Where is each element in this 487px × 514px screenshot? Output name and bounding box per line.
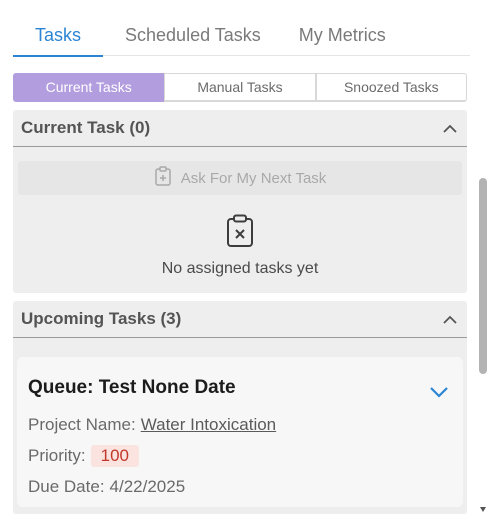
top-tab-bar: Tasks Scheduled Tasks My Metrics <box>13 14 470 57</box>
tab-scheduled-tasks[interactable]: Scheduled Tasks <box>103 14 277 56</box>
task-project: Project Name: Water Intoxication <box>28 414 463 436</box>
priority-badge: 100 <box>90 445 139 467</box>
subtab-manual-tasks[interactable]: Manual Tasks <box>164 73 316 102</box>
chevron-down-icon[interactable] <box>429 385 449 399</box>
clipboard-plus-icon <box>154 166 172 190</box>
scrollbar-thumb[interactable] <box>479 178 487 374</box>
task-priority: Priority: 100 <box>28 445 463 467</box>
tab-my-metrics[interactable]: My Metrics <box>277 14 402 56</box>
project-label: Project Name: <box>28 415 136 434</box>
current-task-title: Current Task (0) <box>21 118 151 137</box>
sub-tab-bar: Current Tasks Manual Tasks Snoozed Tasks <box>13 73 467 102</box>
upcoming-tasks-title: Upcoming Tasks (3) <box>21 309 182 328</box>
upcoming-tasks-section: Upcoming Tasks (3) Queue: Test None Date… <box>13 301 467 514</box>
project-link[interactable]: Water Intoxication <box>141 415 276 435</box>
task-due-date: Due Date: 4/22/2025 <box>28 476 463 498</box>
due-date-value: 4/22/2025 <box>109 477 186 496</box>
empty-state-text: No assigned tasks yet <box>161 260 319 277</box>
chevron-up-icon[interactable] <box>442 120 458 136</box>
tab-tasks[interactable]: Tasks <box>13 14 104 57</box>
chevron-up-icon[interactable] <box>442 311 458 327</box>
scrollbar[interactable] <box>479 0 487 514</box>
due-date-label: Due Date: <box>28 477 105 496</box>
task-card[interactable]: Queue: Test None Date Project Name: Wate… <box>17 357 463 507</box>
current-task-header[interactable]: Current Task (0) <box>13 110 467 147</box>
subtab-current-tasks[interactable]: Current Tasks <box>13 73 165 102</box>
upcoming-tasks-header[interactable]: Upcoming Tasks (3) <box>13 301 467 338</box>
ask-next-task-label: Ask For My Next Task <box>180 169 327 187</box>
clipboard-x-icon <box>226 214 254 248</box>
subtab-snoozed-tasks[interactable]: Snoozed Tasks <box>315 73 467 102</box>
current-task-section: Current Task (0) Ask For My Next Task No… <box>13 110 467 293</box>
tasks-panel: Tasks Scheduled Tasks My Metrics Current… <box>0 0 487 514</box>
task-queue: Queue: Test None Date <box>28 377 236 398</box>
ask-next-task-button[interactable]: Ask For My Next Task <box>18 161 462 195</box>
priority-label: Priority: <box>28 446 86 465</box>
scroll-down-arrow-icon[interactable] <box>480 507 486 512</box>
